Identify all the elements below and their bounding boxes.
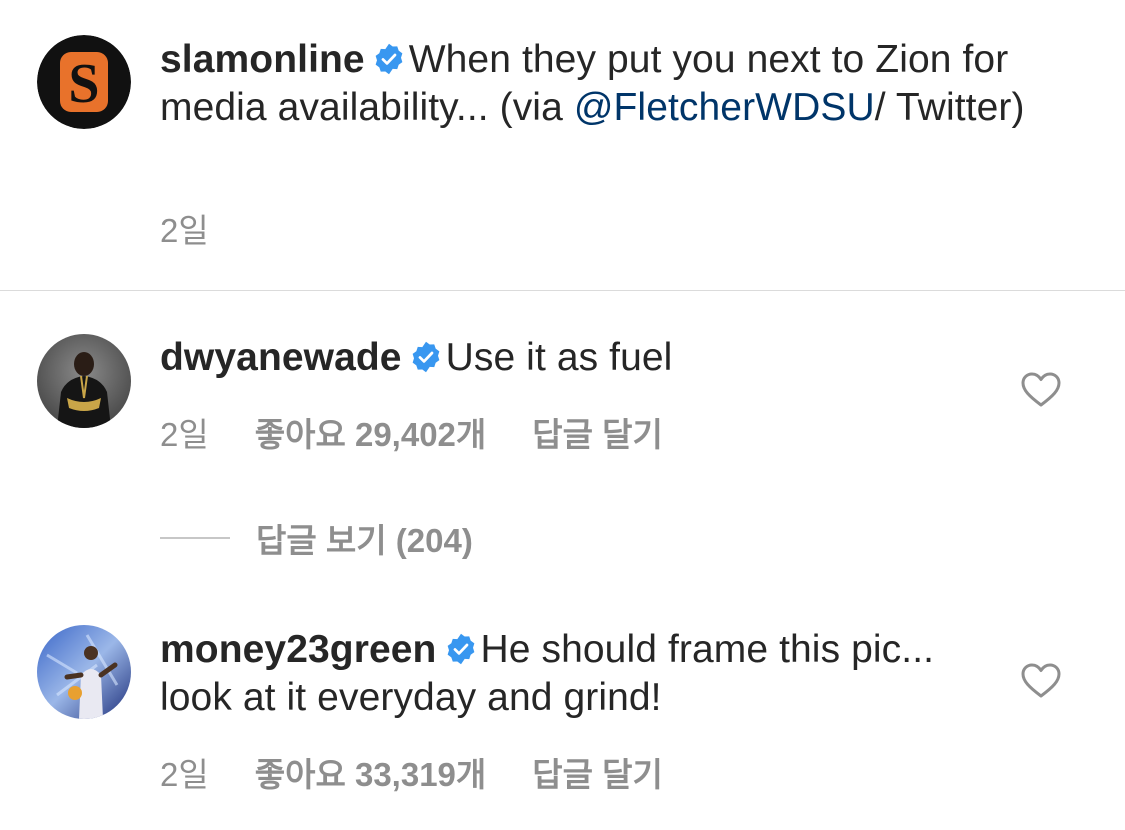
- reply-button[interactable]: 답글 달기: [532, 748, 663, 796]
- profile-photo-icon: [37, 625, 131, 719]
- comment-text: dwyanewade Use it as fuel: [160, 334, 1000, 382]
- reply-button[interactable]: 답글 달기: [532, 408, 663, 456]
- caption-text: slamonline When they put you next to Zion…: [160, 36, 1060, 132]
- comment-username[interactable]: dwyanewade: [160, 336, 402, 379]
- avatar-letter: S: [68, 53, 99, 115]
- like-count[interactable]: 좋아요 33,319개: [255, 748, 487, 796]
- divider: [0, 290, 1125, 291]
- comment-username[interactable]: money23green: [160, 628, 437, 671]
- verified-badge-icon: [445, 633, 477, 665]
- comment-meta: 2일 좋아요 33,319개 답글 달기: [160, 748, 663, 796]
- caption-meta: 2일: [160, 204, 209, 252]
- mention-link[interactable]: @FletcherWDSU: [574, 86, 875, 129]
- heart-outline-icon[interactable]: [1021, 663, 1061, 699]
- comment-meta: 2일 좋아요 29,402개 답글 달기: [160, 408, 663, 456]
- verified-badge-icon: [410, 341, 442, 373]
- comments-screen: S slamonline When they put you next to Zi…: [0, 0, 1125, 830]
- caption-time: 2일: [160, 212, 209, 249]
- slam-logo-icon: S: [37, 35, 131, 129]
- caption-username[interactable]: slamonline: [160, 38, 365, 81]
- avatar-slamonline[interactable]: S: [37, 35, 131, 129]
- profile-photo-icon: [37, 334, 131, 428]
- comment-time: 2일: [160, 416, 209, 453]
- comment-body: Use it as fuel: [445, 336, 673, 379]
- heart-outline-icon[interactable]: [1021, 372, 1061, 408]
- caption-body-end: / Twitter): [874, 86, 1025, 129]
- like-count[interactable]: 좋아요 29,402개: [255, 408, 487, 456]
- avatar-dwyanewade[interactable]: [37, 334, 131, 428]
- view-replies-label: 답글 보기 (204): [256, 522, 473, 559]
- comment-text: money23green He should frame this pic... …: [160, 626, 1000, 722]
- view-replies-button[interactable]: 답글 보기 (204): [160, 518, 473, 559]
- avatar-money23green[interactable]: [37, 625, 131, 719]
- comment-time: 2일: [160, 756, 209, 793]
- replies-line: [160, 537, 230, 539]
- verified-badge-icon: [373, 43, 405, 75]
